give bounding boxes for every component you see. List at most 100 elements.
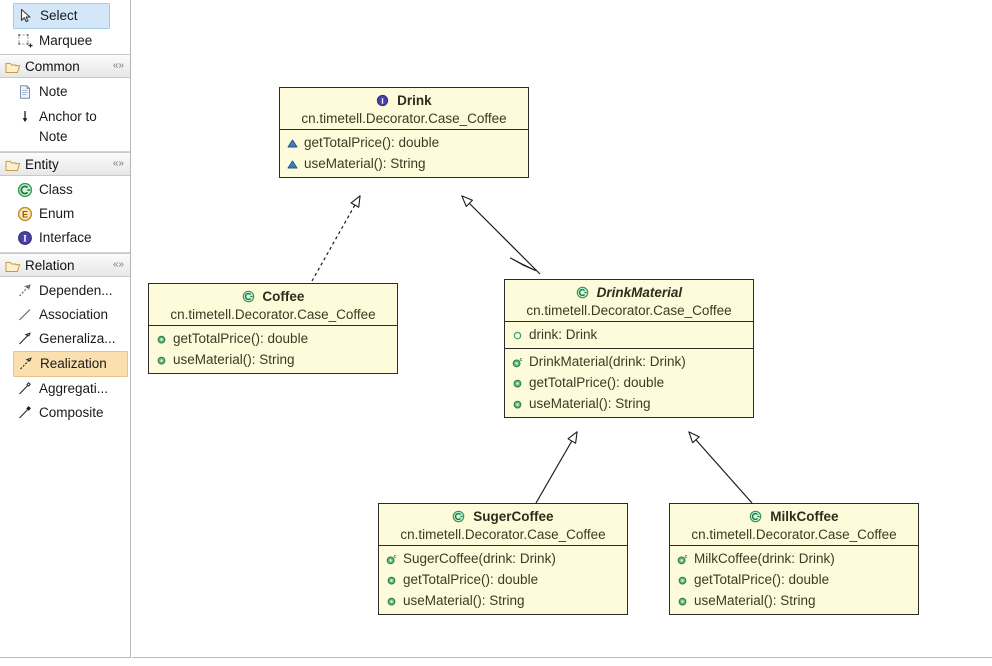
uml-method-row[interactable]: c DrinkMaterial(drink: Drink) [505, 351, 753, 372]
uml-method-row[interactable]: useMaterial(): String [505, 393, 753, 414]
method-icon [676, 594, 689, 607]
relation-generalization-drinkmaterial-drink[interactable] [461, 195, 541, 275]
relation-realization-coffee-drink[interactable] [311, 195, 361, 282]
cursor-arrow-icon [18, 8, 34, 24]
uml-class-coffee[interactable]: Coffee cn.timetell.Decorator.Case_Coffee… [148, 283, 398, 374]
anchor-arrow-icon [17, 109, 33, 125]
method-icon [155, 332, 168, 345]
aggregation-icon [17, 381, 33, 397]
relation-generalization-milkcoffee-drinkmaterial[interactable] [688, 431, 753, 504]
chevron-collapse-icon[interactable]: «» [113, 258, 124, 272]
association-icon [17, 307, 33, 323]
uml-field-label: drink: Drink [529, 327, 598, 342]
uml-method-label: getTotalPrice(): double [529, 375, 665, 390]
palette-group-tools: Select Marquee [0, 3, 130, 54]
palette-item-composition[interactable]: Composite [0, 401, 130, 425]
svg-text:I: I [23, 235, 27, 245]
uml-class-name: Drink [397, 93, 432, 108]
uml-method-section: c MilkCoffee(drink: Drink) getTotalPrice… [670, 546, 918, 614]
uml-method-row[interactable]: getTotalPrice(): double [505, 372, 753, 393]
uml-class-name: Coffee [262, 289, 305, 304]
uml-method-label: MilkCoffee(drink: Drink) [694, 551, 835, 566]
palette-item-class[interactable]: Class [0, 178, 130, 202]
palette-item-dependency[interactable]: Dependen... [0, 279, 130, 303]
constructor-icon: c [676, 552, 689, 565]
uml-method-section: c DrinkMaterial(drink: Drink) getTotalPr… [505, 349, 753, 417]
palette-item-enum[interactable]: E Enum [0, 202, 130, 226]
uml-class-title: MilkCoffee [670, 504, 918, 527]
abstract-method-icon [286, 157, 299, 170]
palette-item-interface[interactable]: I Interface [0, 226, 130, 250]
svg-text:c: c [685, 554, 688, 560]
class-icon [576, 286, 593, 302]
palette-item-marquee[interactable]: Marquee [0, 29, 130, 54]
constructor-icon: c [511, 355, 524, 368]
palette-header-label: Common [25, 58, 80, 74]
generalization-icon [17, 331, 33, 347]
note-icon [17, 84, 33, 100]
constructor-icon: c [385, 552, 398, 565]
palette-item-label: Interface [39, 230, 92, 245]
diagram-canvas[interactable]: Drink : realization (dashed, hollow tria… [132, 0, 992, 658]
palette-item-note[interactable]: Note [0, 80, 130, 105]
uml-class-package: cn.timetell.Decorator.Case_Coffee [379, 527, 627, 546]
uml-method-label: useMaterial(): String [403, 593, 525, 608]
uml-method-label: useMaterial(): String [694, 593, 816, 608]
class-icon [749, 510, 766, 526]
palette-item-anchor-to-note[interactable]: Anchor to Note [0, 105, 130, 149]
method-icon [676, 573, 689, 586]
uml-method-label: getTotalPrice(): double [173, 331, 309, 346]
method-icon [385, 573, 398, 586]
relation-generalization-sugercoffee-drinkmaterial[interactable] [535, 431, 578, 504]
uml-class-package: cn.timetell.Decorator.Case_Coffee [149, 307, 397, 326]
chevron-collapse-icon[interactable]: «» [113, 157, 124, 171]
palette-item-realization[interactable]: Realization [13, 351, 128, 377]
palette-header-relation[interactable]: Relation «» [0, 253, 130, 277]
uml-class-drink[interactable]: I Drink cn.timetell.Decorator.Case_Coffe… [279, 87, 529, 178]
uml-class-sugercoffee[interactable]: SugerCoffee cn.timetell.Decorator.Case_C… [378, 503, 628, 615]
uml-class-milkcoffee[interactable]: MilkCoffee cn.timetell.Decorator.Case_Co… [669, 503, 919, 615]
palette-item-select[interactable]: Select [13, 3, 110, 29]
folder-icon [5, 60, 21, 76]
realization-icon [18, 356, 34, 372]
palette-item-label: Class [39, 182, 73, 197]
uml-field-row[interactable]: drink: Drink [505, 324, 753, 345]
uml-method-row[interactable]: getTotalPrice(): double [379, 569, 627, 590]
uml-method-label: useMaterial(): String [173, 352, 295, 367]
interface-icon: I [376, 94, 393, 110]
palette-item-label: Anchor to Note [39, 109, 97, 144]
palette-item-label: Dependen... [39, 283, 113, 298]
uml-method-row[interactable]: useMaterial(): String [379, 590, 627, 611]
palette-item-label: Marquee [39, 33, 93, 48]
class-icon [242, 290, 259, 306]
chevron-collapse-icon[interactable]: «» [113, 59, 124, 73]
uml-method-row[interactable]: useMaterial(): String [280, 153, 528, 174]
uml-method-row[interactable]: useMaterial(): String [670, 590, 918, 611]
palette-sidebar[interactable]: Select Marquee Common «» Note Anchor to … [0, 0, 131, 658]
uml-method-section: c SugerCoffee(drink: Drink) getTotalPric… [379, 546, 627, 614]
uml-class-drinkmaterial[interactable]: DrinkMaterial cn.timetell.Decorator.Case… [504, 279, 754, 418]
uml-method-row[interactable]: useMaterial(): String [149, 349, 397, 370]
palette-item-label: Aggregati... [39, 381, 109, 396]
uml-method-row[interactable]: c MilkCoffee(drink: Drink) [670, 548, 918, 569]
uml-class-name: SugerCoffee [473, 509, 554, 524]
uml-method-row[interactable]: getTotalPrice(): double [149, 328, 397, 349]
uml-method-row[interactable]: getTotalPrice(): double [280, 132, 528, 153]
svg-text:c: c [520, 357, 523, 363]
palette-item-label: Realization [40, 356, 107, 371]
uml-class-package: cn.timetell.Decorator.Case_Coffee [280, 111, 528, 130]
palette-header-entity[interactable]: Entity «» [0, 152, 130, 176]
palette-item-association[interactable]: Association [0, 303, 130, 327]
palette-item-label: Association [39, 307, 109, 322]
method-icon [155, 353, 168, 366]
palette-item-aggregation[interactable]: Aggregati... [0, 377, 130, 401]
uml-method-section: getTotalPrice(): double useMaterial(): S… [280, 130, 528, 177]
uml-method-row[interactable]: getTotalPrice(): double [670, 569, 918, 590]
palette-header-common[interactable]: Common «» [0, 54, 130, 78]
palette-item-label: Composite [39, 405, 104, 420]
uml-class-title: Coffee [149, 284, 397, 307]
uml-method-row[interactable]: c SugerCoffee(drink: Drink) [379, 548, 627, 569]
marquee-icon [17, 33, 33, 49]
palette-item-label: Generaliza... [39, 331, 116, 346]
palette-item-generalization[interactable]: Generaliza... [0, 327, 130, 351]
